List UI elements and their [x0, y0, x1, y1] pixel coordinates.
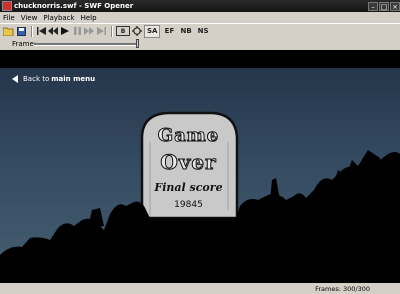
frame-bar: Frame:	[0, 38, 400, 50]
flash-stage[interactable]: Back to main menu Game Over Final score …	[0, 50, 400, 283]
toolbar-separator	[111, 25, 113, 37]
frame-slider[interactable]	[34, 38, 139, 48]
final-score-label: Final score	[154, 181, 223, 194]
rewind-start-icon[interactable]	[36, 26, 46, 37]
sa-button[interactable]: SA	[144, 24, 161, 38]
bounds-button[interactable]: B	[116, 26, 130, 36]
tombstone-text-over: Over	[160, 150, 217, 175]
skip-end-icon[interactable]	[96, 26, 106, 37]
frame-label: Frame:	[12, 40, 37, 48]
step-back-icon[interactable]	[48, 26, 58, 37]
menu-file[interactable]: File	[0, 14, 18, 22]
ef-button[interactable]: EF	[162, 26, 176, 37]
toolbar-separator	[31, 25, 33, 37]
tombstone-text-game: Game	[157, 125, 220, 147]
save-icon[interactable]	[16, 26, 26, 37]
pause-icon[interactable]	[72, 26, 82, 37]
fast-forward-icon[interactable]	[84, 26, 94, 37]
toolbar: B SA EF NB NS	[0, 23, 400, 38]
maximize-button[interactable]: □	[379, 1, 389, 11]
menu-view[interactable]: View	[18, 14, 41, 22]
nb-button[interactable]: NB	[178, 26, 193, 37]
play-icon[interactable]	[60, 26, 70, 37]
window-title: chucknorris.swf - SWF Opener	[14, 2, 134, 10]
title-bar: chucknorris.swf - SWF Opener – □ ×	[0, 0, 400, 12]
open-folder-icon[interactable]	[3, 26, 14, 37]
final-score-value: 19845	[174, 200, 203, 210]
close-button[interactable]: ×	[390, 1, 400, 11]
minimize-button[interactable]: –	[368, 1, 378, 11]
frames-counter: Frames: 300/300	[315, 284, 370, 293]
ns-button[interactable]: NS	[196, 26, 211, 37]
status-bar: Frames: 300/300	[0, 283, 400, 294]
menu-playback[interactable]: Playback	[40, 14, 77, 22]
menu-bar: File View Playback Help	[0, 12, 400, 23]
frame-slider-thumb[interactable]	[136, 38, 139, 48]
menu-help[interactable]: Help	[78, 14, 100, 22]
app-icon	[2, 1, 12, 11]
rotate-icon[interactable]	[132, 26, 142, 37]
